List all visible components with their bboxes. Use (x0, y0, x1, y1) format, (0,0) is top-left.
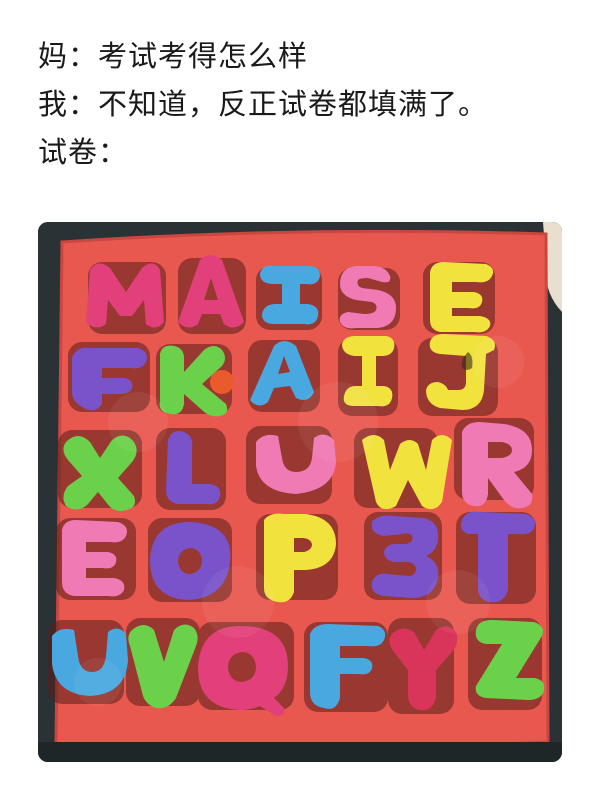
foam-blob-k (210, 370, 234, 394)
puzzle-photo (38, 222, 562, 762)
caption: 妈：考试考得怎么样 我：不知道，反正试卷都填满了。 试卷： (38, 32, 488, 176)
caption-line-me: 我：不知道，反正试卷都填满了。 (38, 87, 489, 121)
caption-line-mom: 妈：考试考得怎么样 (38, 39, 309, 73)
puzzle-board-illustration (38, 222, 562, 762)
caption-line-paper: 试卷： (38, 135, 129, 169)
